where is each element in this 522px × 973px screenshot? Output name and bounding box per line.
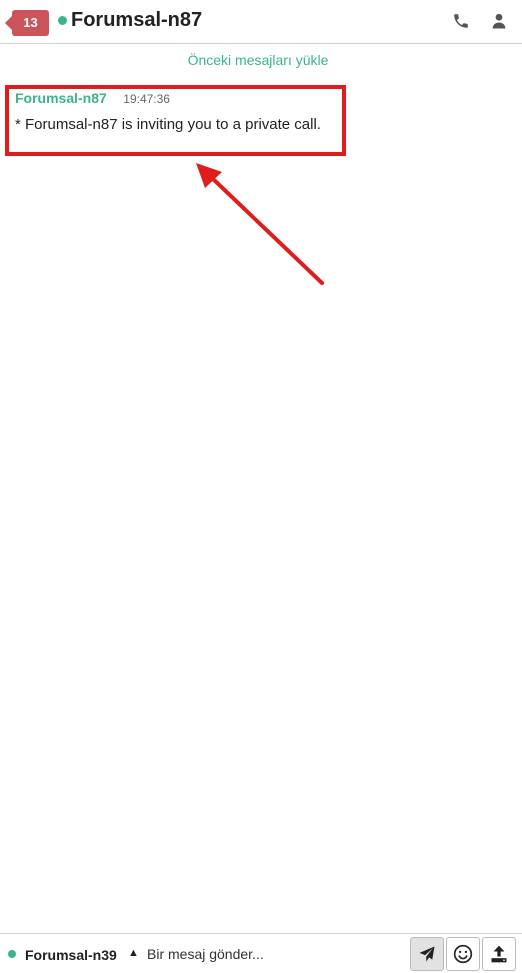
user-status-dot: [8, 950, 16, 958]
current-user-name[interactable]: Forumsal-n39: [25, 947, 117, 963]
upload-icon: [491, 945, 507, 963]
composer-bar: Forumsal-n39 ▲: [0, 933, 522, 973]
emoji-button[interactable]: [446, 937, 480, 971]
message-input[interactable]: [147, 942, 402, 966]
send-button[interactable]: [410, 937, 444, 971]
upload-button[interactable]: [482, 937, 516, 971]
caret-up-icon[interactable]: ▲: [128, 947, 139, 959]
smile-icon: [453, 944, 473, 964]
annotation-arrow: [196, 163, 324, 285]
send-icon: [419, 946, 435, 962]
